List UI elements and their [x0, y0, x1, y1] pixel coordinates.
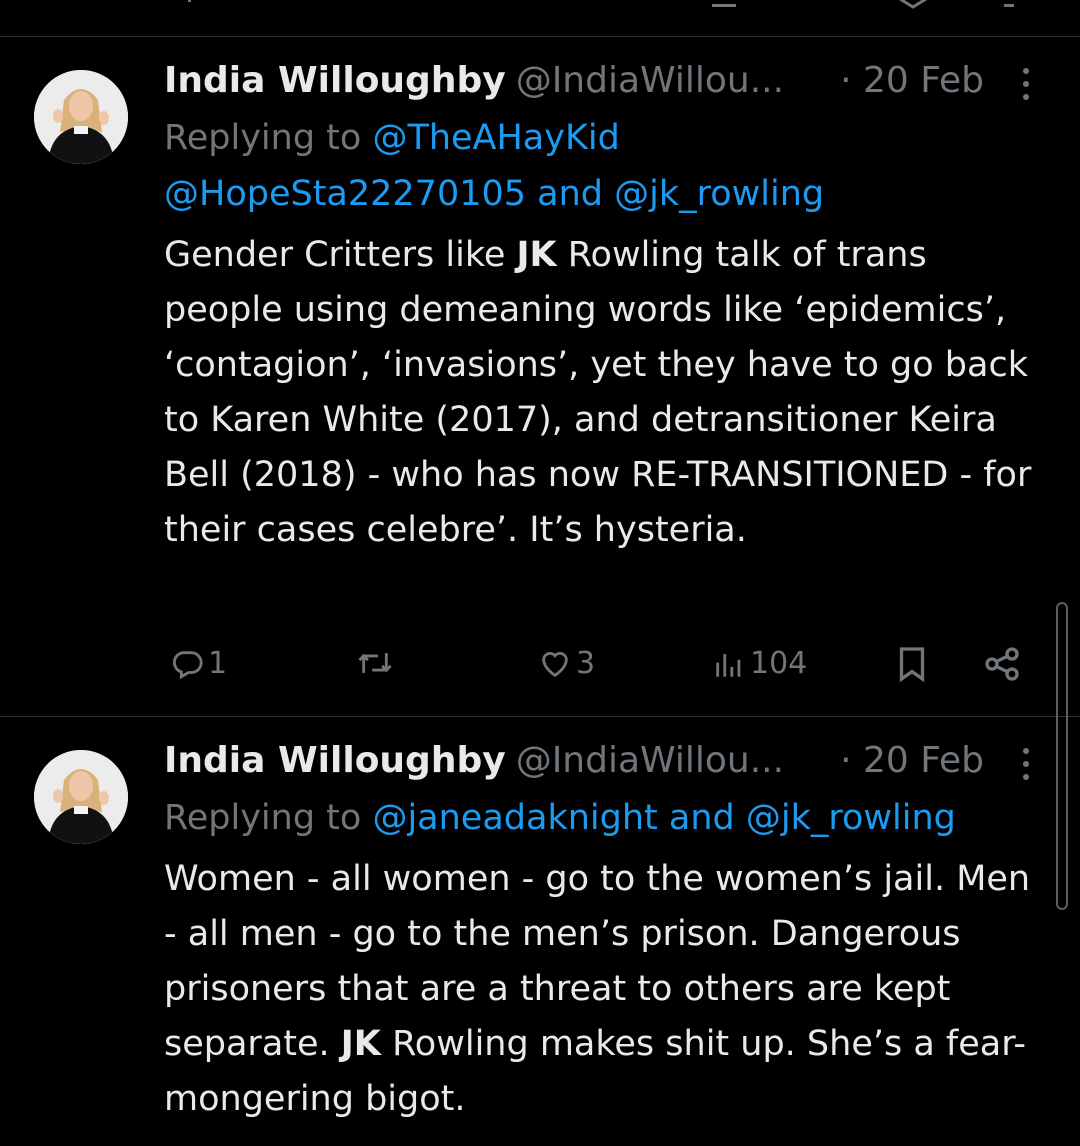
reply-count: 1: [208, 646, 228, 681]
tweet-text: Women - all women - go to the women’s ja…: [164, 852, 1044, 1127]
more-icon[interactable]: [1018, 64, 1034, 104]
views-icon[interactable]: [712, 0, 736, 7]
tweet-text-bold: JK: [340, 1024, 381, 1064]
replying-to: Replying to @TheAHayKid @HopeSta22270105…: [164, 110, 1044, 222]
bookmark-button[interactable]: [894, 644, 930, 684]
tweet-date[interactable]: · 20 Feb: [840, 736, 984, 786]
previous-tweet-actions: [0, 0, 1080, 36]
tweet-actions: 1 3 104: [0, 632, 1080, 692]
more-icon[interactable]: [1018, 744, 1034, 784]
tweet-date[interactable]: · 20 Feb: [840, 56, 984, 106]
views-count: 104: [750, 646, 808, 681]
author-handle[interactable]: @IndiaWillou...: [516, 60, 784, 101]
tweet-header: India Willoughby @IndiaWillou...: [164, 736, 784, 786]
share-icon: [985, 647, 1019, 681]
tweet[interactable]: India Willoughby @IndiaWillou... · 20 Feb…: [0, 36, 1080, 716]
mention-link[interactable]: @HopeSta22270105 and @jk_rowling: [164, 174, 824, 214]
reply-icon[interactable]: [170, 0, 191, 2]
avatar[interactable]: [34, 70, 128, 164]
repost-button[interactable]: [356, 646, 398, 680]
tweet-text-part: Rowling talk of trans people using demea…: [164, 235, 1032, 550]
reply-button[interactable]: 1: [170, 646, 227, 681]
tweet-header: India Willoughby @IndiaWillou...: [164, 56, 784, 106]
bookmark-icon: [899, 647, 925, 683]
replying-to: Replying to @janeadaknight and @jk_rowli…: [164, 790, 1044, 846]
share-button[interactable]: [982, 644, 1022, 684]
reply-icon: [172, 650, 203, 679]
author-handle[interactable]: @IndiaWillou...: [516, 740, 784, 781]
tweet-text-part: Gender Critters like: [164, 235, 517, 275]
bookmark-icon[interactable]: [898, 0, 928, 9]
views-icon: [716, 653, 741, 677]
views-button[interactable]: 104: [712, 646, 807, 681]
avatar[interactable]: [34, 750, 128, 844]
replying-prefix: Replying to: [164, 118, 373, 158]
tweet-text-bold: JK: [516, 235, 557, 275]
repost-icon: [358, 653, 392, 673]
author-name[interactable]: India Willoughby: [164, 60, 506, 101]
heart-icon: [542, 651, 568, 677]
mention-link[interactable]: @janeadaknight and @jk_rowling: [372, 798, 955, 838]
tweet[interactable]: India Willoughby @IndiaWillou... · 20 Feb…: [0, 716, 1080, 1146]
scrollbar[interactable]: [1056, 602, 1068, 910]
replying-prefix: Replying to: [164, 798, 373, 838]
share-icon[interactable]: [1004, 0, 1014, 7]
mention-link[interactable]: @TheAHayKid: [372, 118, 619, 158]
like-button[interactable]: 3: [538, 646, 595, 681]
tweet-text: Gender Critters like JK Rowling talk of …: [164, 228, 1044, 558]
like-count: 3: [576, 646, 596, 681]
author-name[interactable]: India Willoughby: [164, 740, 506, 781]
